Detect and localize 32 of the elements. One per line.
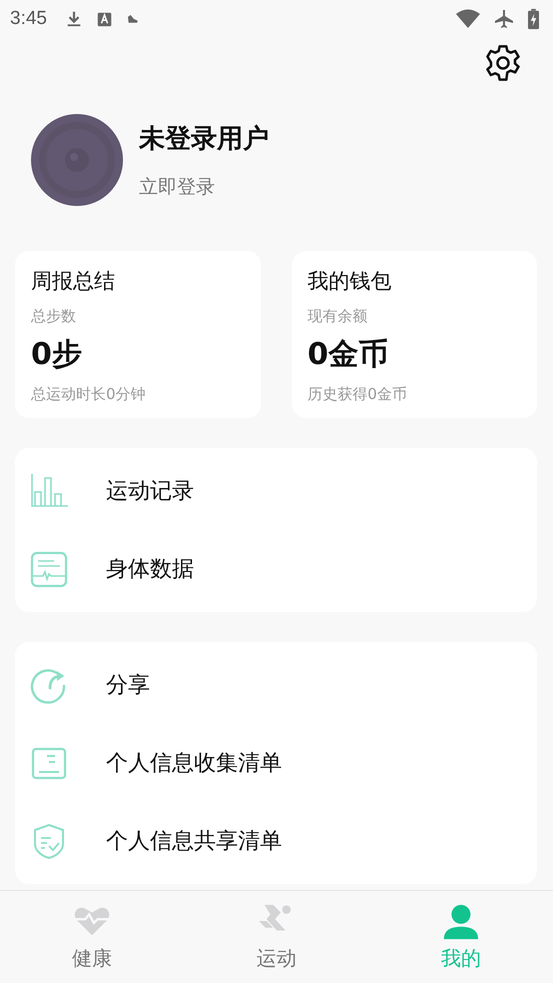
settings-icon[interactable] (483, 43, 523, 83)
nav-tab[interactable]: 健康 (0, 891, 184, 983)
card-title: 周报总结 (31, 268, 115, 295)
bar-chart-icon (30, 472, 68, 510)
font-icon (96, 12, 112, 26)
summary-card[interactable]: 周报总结 总步数 0步 总运动时长0分钟 (15, 251, 260, 418)
card-footer: 历史获得0金币 (308, 385, 408, 404)
shoe-icon (126, 12, 139, 26)
menu-item[interactable]: 个人信息共享清单 (15, 802, 537, 880)
login-link[interactable]: 立即登录 (139, 174, 269, 200)
summary-card[interactable]: 我的钱包 现有余额 0金币 历史获得0金币 (292, 251, 537, 418)
person-icon (442, 902, 480, 940)
card-label: 总步数 (31, 307, 76, 326)
battery-icon (528, 8, 539, 30)
menu-item[interactable]: 个人信息收集清单 (15, 724, 537, 802)
share-icon (30, 666, 68, 704)
avatar[interactable] (31, 114, 123, 206)
airplane-icon (494, 9, 514, 29)
status-time: 3:45 (10, 8, 47, 30)
menu-item[interactable]: 分享 (15, 646, 537, 724)
menu-item[interactable]: 运动记录 (15, 452, 537, 530)
nav-tab[interactable]: 运动 (184, 891, 369, 983)
card-footer: 总运动时长0分钟 (31, 385, 146, 404)
card-label: 现有余额 (308, 307, 368, 326)
user-name: 未登录用户 (139, 122, 269, 156)
monitor-pulse-icon (30, 550, 68, 588)
download-icon (64, 10, 83, 28)
wifi-icon (456, 9, 480, 29)
card-value: 0步 (31, 336, 82, 374)
card-title: 我的钱包 (308, 268, 392, 295)
card-value: 0金币 (308, 336, 388, 374)
menu-item[interactable]: 身体数据 (15, 530, 537, 608)
